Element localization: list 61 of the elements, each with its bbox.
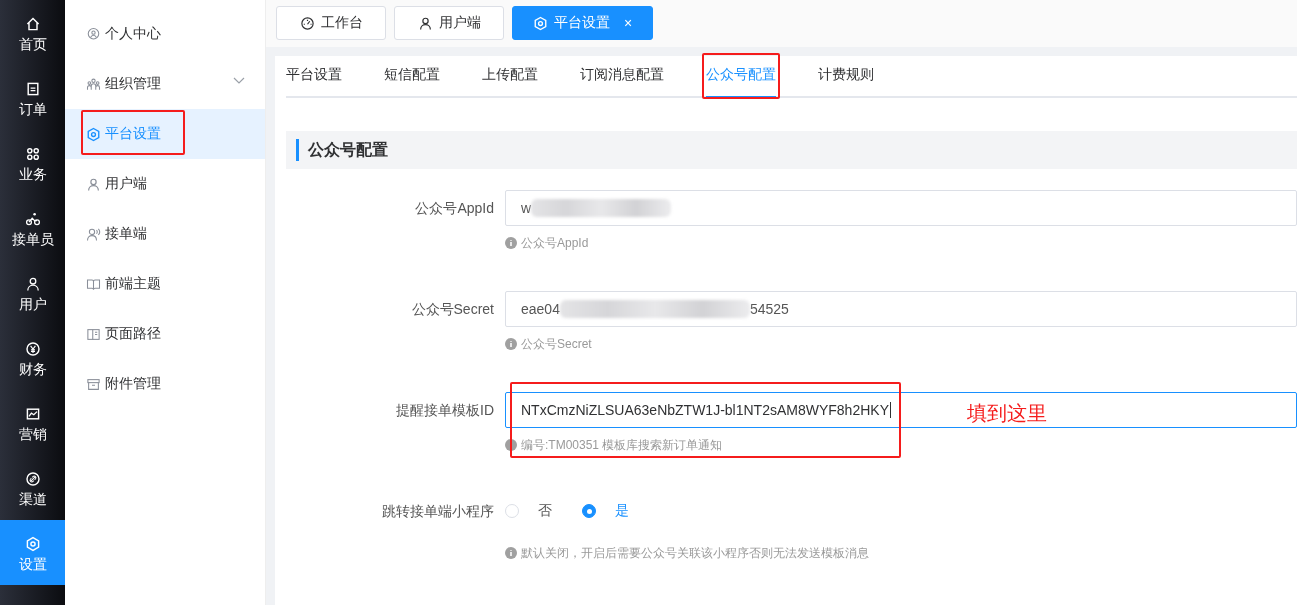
- nav-item[interactable]: 接单员: [0, 195, 65, 260]
- sidebar-item[interactable]: 接单端: [65, 209, 265, 259]
- nav-item[interactable]: 订单: [0, 65, 65, 130]
- field-label: 跳转接单端小程序: [381, 502, 495, 521]
- chart-icon: [24, 405, 41, 422]
- home-icon: [24, 15, 41, 32]
- page-tab[interactable]: 用户端: [394, 6, 504, 40]
- nav-item[interactable]: 营销: [0, 390, 65, 455]
- sidebar-item[interactable]: 前端主题: [65, 259, 265, 309]
- user-icon: [24, 275, 41, 292]
- field-label: 公众号Secret: [410, 300, 495, 319]
- field-label: 提醒接单模板ID: [395, 401, 495, 420]
- panel-icon: [86, 326, 101, 342]
- settings-tab[interactable]: 短信配置: [384, 56, 440, 98]
- nav-item[interactable]: 业务: [0, 130, 65, 195]
- settings-icon: [24, 535, 41, 552]
- nav-item[interactable]: 渠道: [0, 455, 65, 520]
- link-icon: [24, 470, 41, 487]
- sidebar-item[interactable]: 附件管理: [65, 359, 265, 409]
- grid-icon: [24, 145, 41, 162]
- sidebar-item[interactable]: 组织管理: [65, 59, 265, 109]
- nav-item[interactable]: 财务: [0, 325, 65, 390]
- sidebar-item[interactable]: 页面路径: [65, 309, 265, 359]
- text-cursor: [889, 402, 891, 418]
- chevron-icon: [233, 77, 245, 85]
- book-icon: [86, 276, 101, 292]
- sidebar-item[interactable]: 个人中心: [65, 9, 265, 59]
- settings-tab[interactable]: 平台设置: [286, 56, 342, 98]
- settings-tab[interactable]: 上传配置: [482, 56, 538, 98]
- input-field[interactable]: w: [505, 190, 1297, 226]
- yen-icon: [24, 340, 41, 357]
- info-icon: [505, 547, 517, 559]
- input-field[interactable]: eae04 54525: [505, 291, 1297, 327]
- field-label: 公众号AppId: [414, 199, 495, 218]
- user-signal-icon: [86, 226, 101, 242]
- hint-text: 默认关闭，开启后需要公众号关联该小程序否则无法发送模板消息: [521, 544, 869, 562]
- hint-text: 公众号AppId: [521, 234, 589, 252]
- document-icon: [24, 80, 41, 97]
- hint-text: 公众号Secret: [521, 335, 592, 353]
- info-icon: [505, 338, 517, 350]
- user-badge-icon: [86, 26, 101, 42]
- settings-icon: [86, 126, 101, 142]
- nav-item[interactable]: 首页: [0, 0, 65, 65]
- page-tab[interactable]: 工作台: [276, 6, 386, 40]
- hint-text: 编号:TM00351 模板库搜索新订单通知: [521, 436, 723, 454]
- archive-icon: [86, 376, 101, 392]
- info-icon: [505, 439, 517, 451]
- user-icon: [86, 176, 101, 192]
- user-icon: [417, 15, 433, 31]
- radio-option[interactable]: 否: [505, 502, 552, 520]
- settings-tab[interactable]: 订阅消息配置: [580, 56, 664, 98]
- settings-tab[interactable]: 计费规则: [818, 56, 874, 98]
- info-icon: [505, 237, 517, 249]
- annotation-text: 填到这里: [967, 401, 1047, 426]
- section-header: 公众号配置: [286, 131, 1297, 169]
- nav-item[interactable]: 用户: [0, 260, 65, 325]
- gauge-icon: [299, 15, 315, 31]
- settings-icon: [533, 15, 548, 31]
- sidebar-item[interactable]: 用户端: [65, 159, 265, 209]
- team-icon: [86, 76, 101, 92]
- cyclist-icon: [24, 210, 41, 227]
